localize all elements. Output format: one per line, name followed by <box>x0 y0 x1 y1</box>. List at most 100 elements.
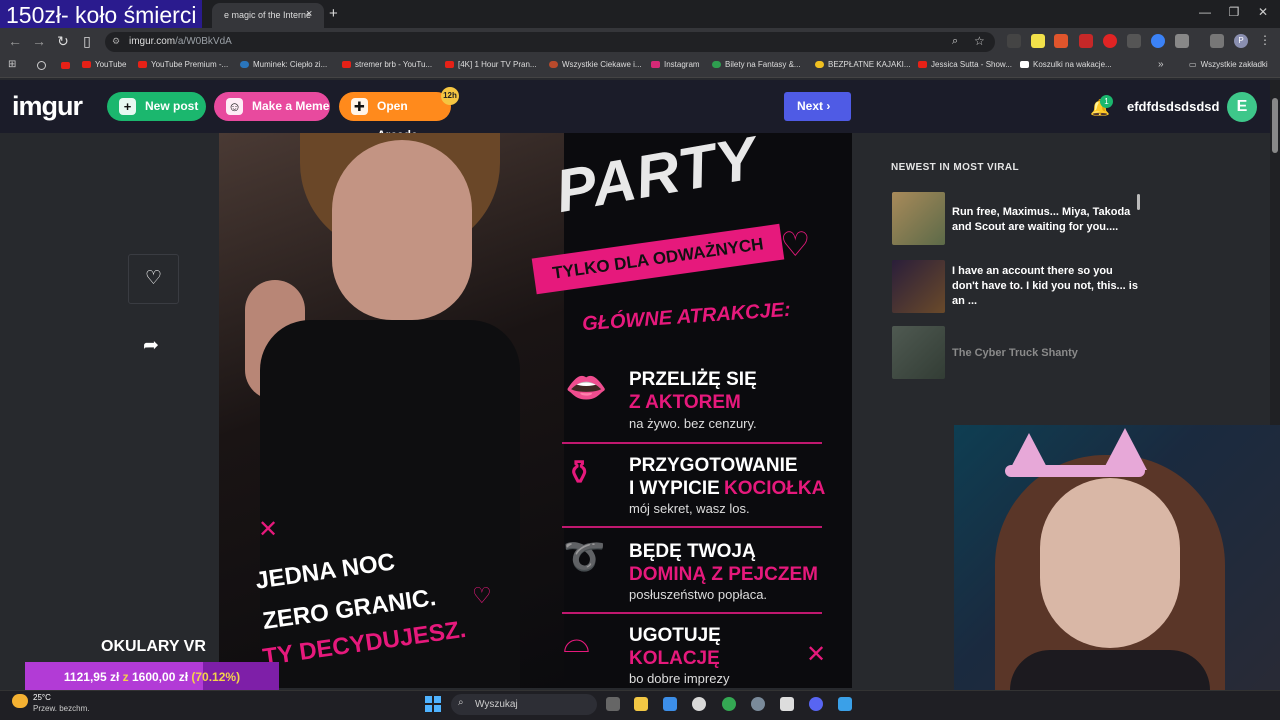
address-bar[interactable] <box>105 32 995 52</box>
poster-item-title: PRZELIŻĘ SIĘ <box>629 369 757 390</box>
file-explorer-icon[interactable] <box>634 697 648 711</box>
bookmark-star-icon[interactable]: ☆ <box>974 34 985 48</box>
start-tile <box>434 696 441 703</box>
new-tab-button[interactable]: + <box>329 5 338 22</box>
imgur-logo[interactable]: imgur <box>12 91 83 122</box>
heart-icon[interactable]: ♡ <box>128 254 179 304</box>
discord-icon[interactable] <box>809 697 823 711</box>
extension-icon[interactable] <box>1127 34 1141 48</box>
goal-percent: (70.12%) <box>191 670 241 684</box>
cross-icon: ✕ <box>258 516 279 543</box>
sidebar-post-title[interactable]: Run free, Maximus... Miya, Takoda and Sc… <box>952 205 1142 235</box>
extension-icon[interactable] <box>1103 34 1117 48</box>
bookmark-item[interactable]: Instagram <box>651 60 700 69</box>
weather-description[interactable]: Przew. bezchm. <box>33 704 89 713</box>
url-host: imgur.com <box>129 36 176 47</box>
close-window-button[interactable]: ✕ <box>1248 5 1278 19</box>
chrome-icon[interactable] <box>722 697 736 711</box>
bookmark-item[interactable]: BEZPŁATNE KAJAKI... <box>815 60 911 69</box>
maximize-button[interactable]: ❐ <box>1219 5 1249 19</box>
webcam-face <box>1040 478 1180 648</box>
sidebar-post-title[interactable]: I have an account there so you don't hav… <box>952 264 1142 309</box>
app-icon[interactable] <box>692 697 706 711</box>
post-thumbnail[interactable] <box>892 192 945 245</box>
settings-gear-icon[interactable] <box>751 697 765 711</box>
post-thumbnail[interactable] <box>892 260 945 313</box>
poster-item-subtitle: mój sekret, wasz los. <box>629 501 750 516</box>
cat-ear-icon <box>1103 428 1147 470</box>
poster-divider <box>562 442 822 444</box>
reload-icon[interactable]: ↻ <box>53 33 73 50</box>
reading-list-icon[interactable] <box>1210 34 1224 48</box>
poster-item-title: I WYPICIE <box>629 478 720 499</box>
apps-grid-icon[interactable]: ⊞ <box>8 59 16 70</box>
site-icon <box>815 61 824 68</box>
site-info-icon[interactable]: ⚙ <box>112 36 120 47</box>
folder-icon: ▭ <box>1189 60 1197 69</box>
bookmark-item[interactable]: [4K] 1 Hour TV Pran... <box>445 60 537 69</box>
profile-avatar[interactable]: P <box>1234 34 1248 48</box>
new-post-button[interactable]: + New post <box>107 92 206 121</box>
next-button[interactable]: Next › <box>784 92 851 121</box>
start-tile <box>425 696 432 703</box>
app-icon[interactable] <box>780 697 794 711</box>
bookmark-item[interactable]: YouTube <box>82 60 126 69</box>
bookmark-item[interactable]: YouTube Premium -... <box>138 60 228 69</box>
bookmark-item[interactable]: stremer brb - YouTu... <box>342 60 432 69</box>
youtube-icon[interactable] <box>61 62 70 69</box>
extension-icon[interactable] <box>1007 34 1021 48</box>
poster-item-highlight: DOMINĄ Z PEJCZEM <box>629 564 818 585</box>
extensions-puzzle-icon[interactable] <box>1175 34 1189 48</box>
task-view-icon[interactable] <box>606 697 620 711</box>
bookmark-label: [4K] 1 Hour TV Pran... <box>458 60 537 69</box>
search-icon: ⌕ <box>458 697 464 708</box>
extension-icon[interactable] <box>1031 34 1045 48</box>
username[interactable]: efdfdsdsdsdsd <box>1127 99 1219 114</box>
back-icon[interactable]: ← <box>5 33 25 49</box>
more-bookmarks-icon[interactable]: » <box>1158 59 1164 70</box>
bookmark-label: Muminek: Ciepło zi... <box>253 60 328 69</box>
menu-kebab-icon[interactable]: ⋮ <box>1259 33 1271 47</box>
bookmark-label: Bilety na Fantasy &... <box>725 60 801 69</box>
weather-sun-icon[interactable] <box>12 694 28 708</box>
poster-item-title: UGOTUJĘ <box>629 625 721 646</box>
url-text[interactable]: imgur.com/a/W0BkVdA <box>129 36 232 47</box>
bookmark-item[interactable]: Muminek: Ciepło zi... <box>240 60 327 69</box>
bookmark-item[interactable]: Jessica Sutta - Show... <box>918 60 1012 69</box>
bookmark-icon[interactable] <box>37 61 46 70</box>
sidebar-post-title[interactable]: The Cyber Truck Shanty <box>952 346 1142 361</box>
post-thumbnail[interactable] <box>892 326 945 379</box>
youtube-icon <box>138 61 147 68</box>
new-post-label: New post <box>145 99 199 113</box>
forward-icon[interactable]: → <box>29 33 49 49</box>
tiktok-icon <box>1020 61 1029 68</box>
notepad-icon[interactable] <box>838 697 852 711</box>
page-scrollbar-thumb[interactable] <box>1272 98 1278 153</box>
avatar[interactable]: E <box>1227 92 1257 122</box>
extension-icon[interactable] <box>1151 34 1165 48</box>
share-arrow-icon[interactable]: ➦ <box>143 334 159 357</box>
bookmark-item[interactable]: Bilety na Fantasy &... <box>712 60 801 69</box>
bookmark-item[interactable]: Koszulki na wakacje... <box>1020 60 1112 69</box>
bookmark-item[interactable]: Wszystkie Ciekawe i... <box>549 60 642 69</box>
heart-icon: ♡ <box>472 583 492 608</box>
instagram-icon <box>651 61 660 68</box>
extension-icon[interactable] <box>1054 34 1068 48</box>
poster-divider <box>562 612 822 614</box>
start-tile <box>434 705 441 712</box>
windows-start-icon[interactable] <box>425 696 441 712</box>
store-icon[interactable] <box>663 697 677 711</box>
weather-temperature[interactable]: 25°C <box>33 693 51 702</box>
all-bookmarks-folder[interactable]: ▭ Wszystkie zakładki <box>1189 60 1268 69</box>
chevron-right-icon: › <box>826 99 831 113</box>
open-arcade-button[interactable]: ✚Open Arcade <box>339 92 451 142</box>
poster-item-subtitle: na żywo. bez cenzury. <box>629 416 757 431</box>
minimize-button[interactable]: — <box>1190 5 1220 19</box>
zoom-icon[interactable]: ⌕ <box>952 35 958 48</box>
extension-icon[interactable] <box>1079 34 1093 48</box>
sidebar-icon[interactable]: ▯ <box>77 33 97 50</box>
make-meme-button[interactable]: ☺ Make a Meme <box>214 92 330 121</box>
bookmark-label: stremer brb - YouTu... <box>355 60 433 69</box>
taskbar-search-input[interactable]: Wyszukaj <box>451 694 597 715</box>
tab-close-icon[interactable]: × <box>306 9 312 20</box>
